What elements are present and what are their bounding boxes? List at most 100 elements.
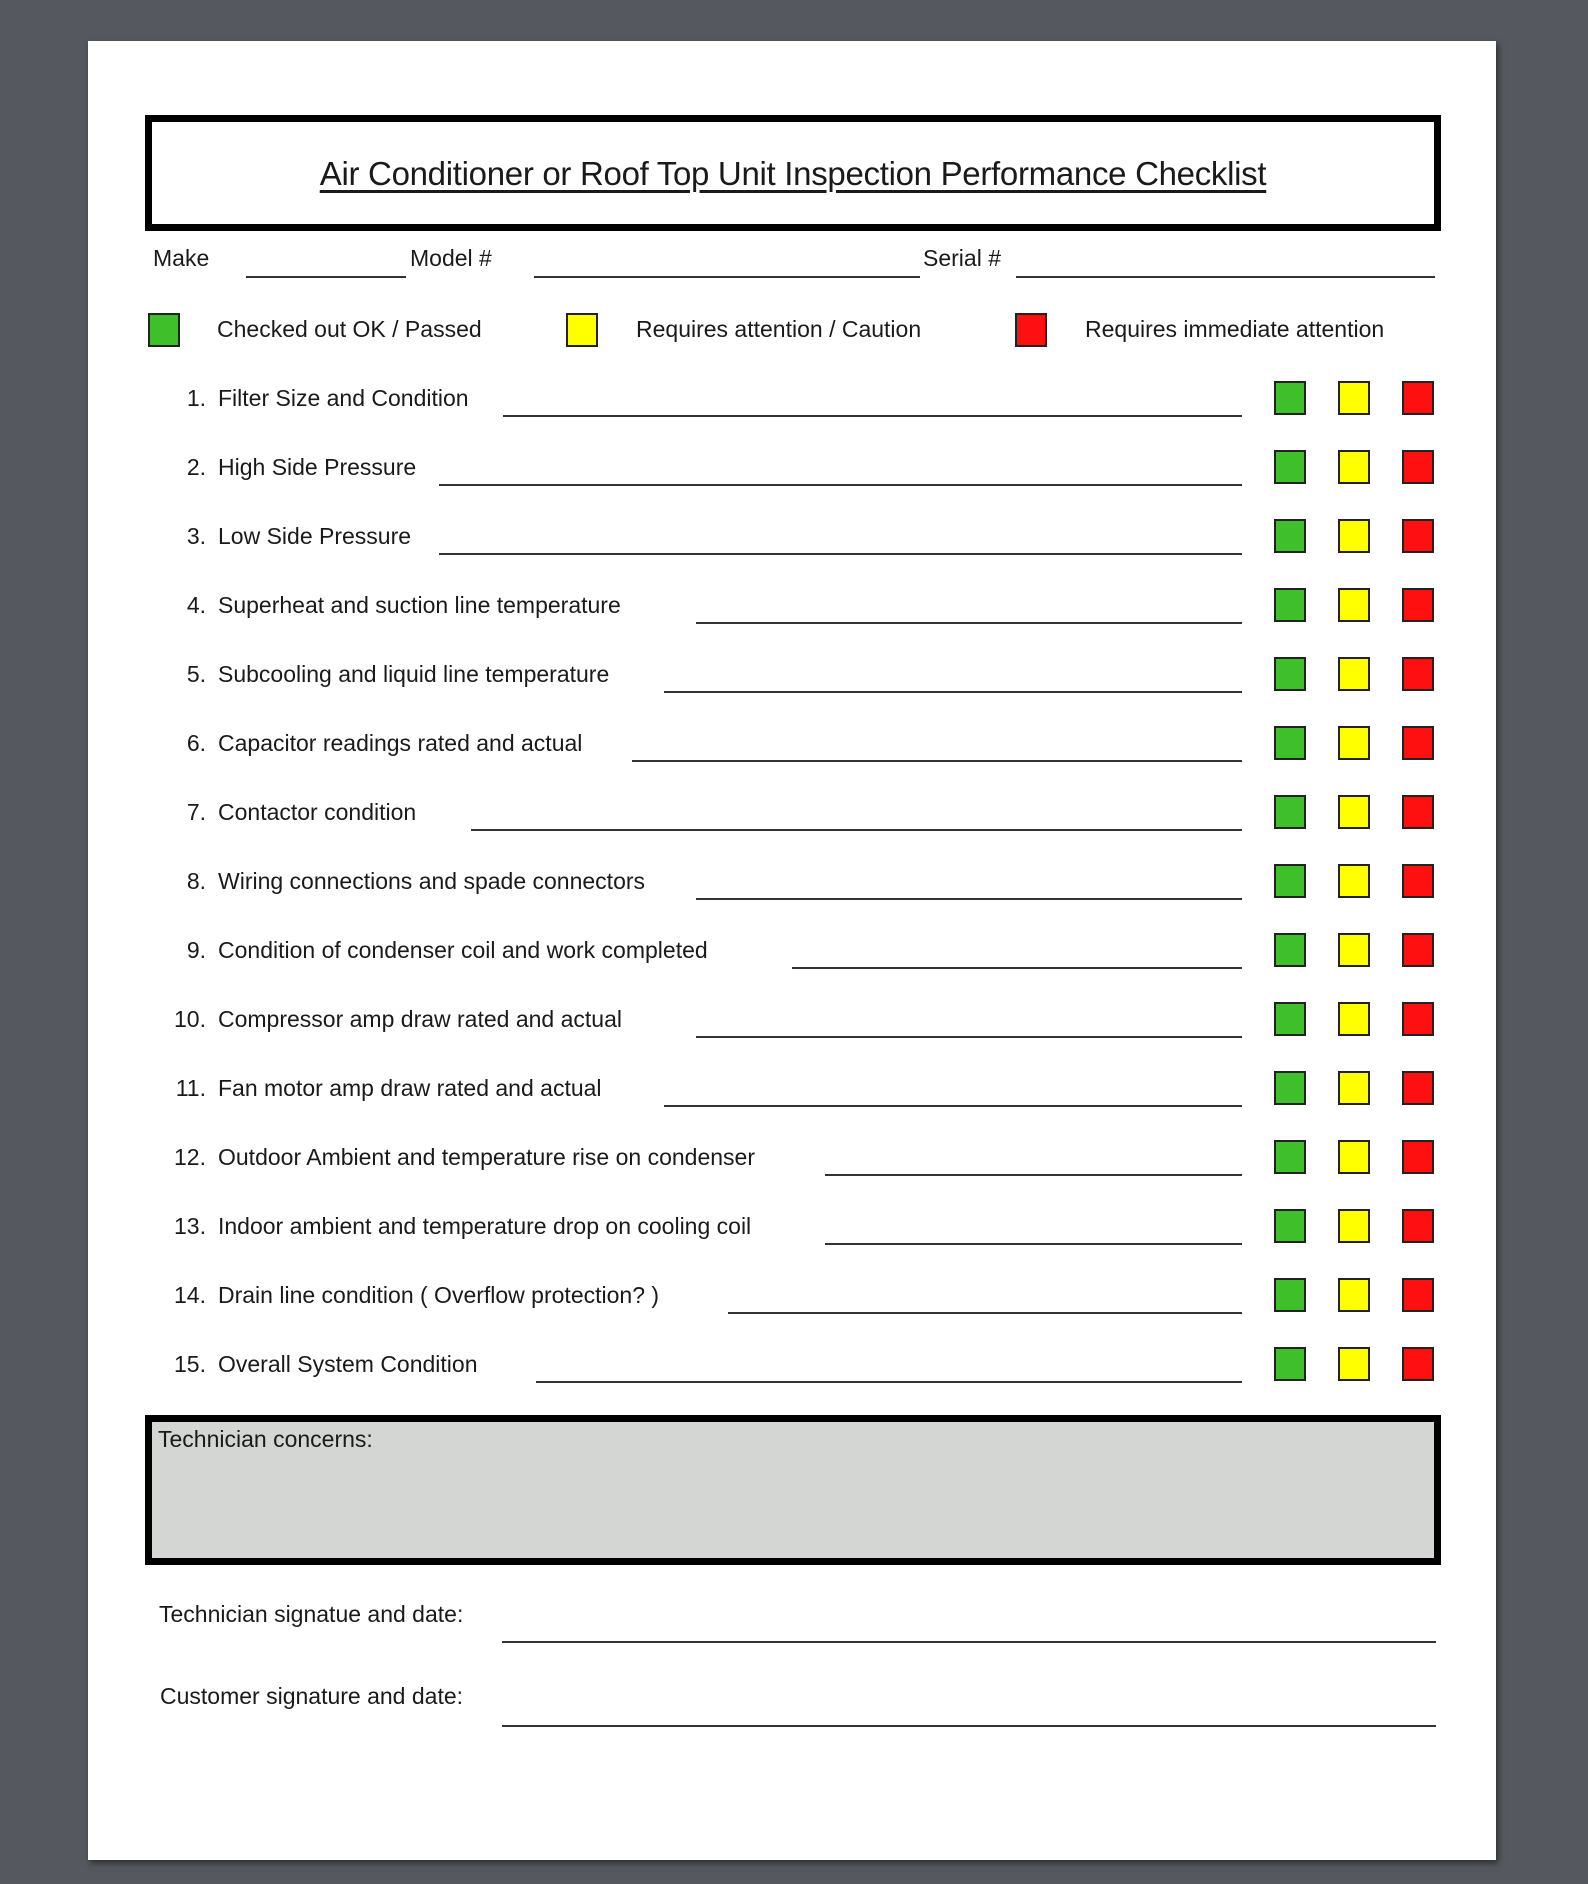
item-number: 12.	[174, 1144, 206, 1170]
pass-checkbox[interactable]	[1274, 1209, 1306, 1243]
caution-checkbox[interactable]	[1338, 1071, 1370, 1105]
immediate-checkbox[interactable]	[1402, 795, 1434, 829]
immediate-checkbox[interactable]	[1402, 864, 1434, 898]
serial-field[interactable]	[1016, 276, 1435, 278]
item-label: Fan motor amp draw rated and actual	[218, 1075, 602, 1101]
caution-checkbox[interactable]	[1338, 450, 1370, 484]
item-number: 13.	[174, 1213, 206, 1239]
caution-checkbox[interactable]	[1338, 1278, 1370, 1312]
checklist-item: 2. High Side Pressure	[88, 448, 1496, 488]
checklist-item: 15. Overall System Condition	[88, 1345, 1496, 1385]
item-number: 15.	[174, 1351, 206, 1377]
customer-signature-field[interactable]	[502, 1725, 1436, 1727]
caution-checkbox[interactable]	[1338, 588, 1370, 622]
checklist-item: 12. Outdoor Ambient and temperature rise …	[88, 1138, 1496, 1178]
item-value-field[interactable]	[503, 415, 1242, 417]
item-value-field[interactable]	[664, 1105, 1242, 1107]
immediate-checkbox[interactable]	[1402, 381, 1434, 415]
item-value-field[interactable]	[696, 622, 1242, 624]
make-field[interactable]	[246, 276, 406, 278]
pass-checkbox[interactable]	[1274, 933, 1306, 967]
caution-checkbox[interactable]	[1338, 864, 1370, 898]
item-label: Contactor condition	[218, 799, 417, 825]
item-value-field[interactable]	[632, 760, 1242, 762]
checklist-item: 6. Capacitor readings rated and actual	[88, 724, 1496, 764]
immediate-checkbox[interactable]	[1402, 933, 1434, 967]
immediate-checkbox[interactable]	[1402, 1002, 1434, 1036]
technician-signature-label: Technician signatue and date:	[159, 1601, 464, 1627]
immediate-checkbox[interactable]	[1402, 657, 1434, 691]
pass-checkbox[interactable]	[1274, 1002, 1306, 1036]
pass-checkbox[interactable]	[1274, 519, 1306, 553]
item-value-field[interactable]	[728, 1312, 1242, 1314]
immediate-checkbox[interactable]	[1402, 1140, 1434, 1174]
checklist-item: 11. Fan motor amp draw rated and actual	[88, 1069, 1496, 1109]
title-box: Air Conditioner or Roof Top Unit Inspect…	[145, 115, 1441, 231]
pass-checkbox[interactable]	[1274, 657, 1306, 691]
immediate-checkbox[interactable]	[1402, 450, 1434, 484]
technician-concerns-label: Technician concerns:	[158, 1426, 373, 1452]
item-number: 4.	[186, 592, 206, 618]
checklist-item: 14. Drain line condition ( Overflow prote…	[88, 1276, 1496, 1316]
item-value-field[interactable]	[792, 967, 1242, 969]
make-label: Make	[153, 245, 210, 271]
item-value-field[interactable]	[439, 484, 1242, 486]
item-number: 9.	[186, 937, 206, 963]
item-value-field[interactable]	[439, 553, 1242, 555]
caution-checkbox[interactable]	[1338, 1002, 1370, 1036]
checklist-item: 7. Contactor condition	[88, 793, 1496, 833]
immediate-checkbox[interactable]	[1402, 726, 1434, 760]
pass-checkbox[interactable]	[1274, 450, 1306, 484]
checklist-item: 1. Filter Size and Condition	[88, 379, 1496, 419]
pass-checkbox[interactable]	[1274, 381, 1306, 415]
pass-checkbox[interactable]	[1274, 1278, 1306, 1312]
caution-checkbox[interactable]	[1338, 726, 1370, 760]
checklist-item: 13. Indoor ambient and temperature drop o…	[88, 1207, 1496, 1247]
item-label: Overall System Condition	[218, 1351, 478, 1377]
item-value-field[interactable]	[696, 898, 1242, 900]
immediate-checkbox[interactable]	[1402, 1209, 1434, 1243]
model-field[interactable]	[534, 276, 920, 278]
immediate-checkbox[interactable]	[1402, 1071, 1434, 1105]
item-value-field[interactable]	[696, 1036, 1242, 1038]
caution-checkbox[interactable]	[1338, 657, 1370, 691]
immediate-checkbox[interactable]	[1402, 1347, 1434, 1381]
checklist-item: 4. Superheat and suction line temperature	[88, 586, 1496, 626]
immediate-checkbox[interactable]	[1402, 519, 1434, 553]
pass-checkbox[interactable]	[1274, 864, 1306, 898]
pass-checkbox[interactable]	[1274, 726, 1306, 760]
item-number: 1.	[186, 385, 206, 411]
technician-concerns-box[interactable]: Technician concerns:	[145, 1415, 1441, 1565]
item-label: Low Side Pressure	[218, 523, 412, 549]
item-number: 7.	[186, 799, 206, 825]
caution-checkbox[interactable]	[1338, 795, 1370, 829]
legend-passed-label: Checked out OK / Passed	[217, 316, 482, 342]
caution-checkbox[interactable]	[1338, 933, 1370, 967]
immediate-checkbox[interactable]	[1402, 1278, 1434, 1312]
pass-checkbox[interactable]	[1274, 1140, 1306, 1174]
item-value-field[interactable]	[471, 829, 1242, 831]
item-label: Drain line condition ( Overflow protecti…	[218, 1282, 660, 1308]
item-number: 11.	[175, 1075, 206, 1101]
caution-checkbox[interactable]	[1338, 1209, 1370, 1243]
item-label: Compressor amp draw rated and actual	[218, 1006, 622, 1032]
item-value-field[interactable]	[536, 1381, 1242, 1383]
item-value-field[interactable]	[664, 691, 1242, 693]
immediate-checkbox[interactable]	[1402, 588, 1434, 622]
item-value-field[interactable]	[825, 1243, 1242, 1245]
caution-checkbox[interactable]	[1338, 381, 1370, 415]
item-value-field[interactable]	[825, 1174, 1242, 1176]
technician-signature-field[interactable]	[502, 1641, 1436, 1643]
caution-checkbox[interactable]	[1338, 1140, 1370, 1174]
pass-checkbox[interactable]	[1274, 1071, 1306, 1105]
pass-checkbox[interactable]	[1274, 1347, 1306, 1381]
serial-label: Serial #	[923, 245, 1001, 271]
item-label: Indoor ambient and temperature drop on c…	[218, 1213, 752, 1239]
pass-checkbox[interactable]	[1274, 588, 1306, 622]
pass-checkbox[interactable]	[1274, 795, 1306, 829]
model-label: Model #	[410, 245, 492, 271]
caution-checkbox[interactable]	[1338, 1347, 1370, 1381]
item-label: Capacitor readings rated and actual	[218, 730, 583, 756]
checklist-item: 9. Condition of condenser coil and work c…	[88, 931, 1496, 971]
caution-checkbox[interactable]	[1338, 519, 1370, 553]
